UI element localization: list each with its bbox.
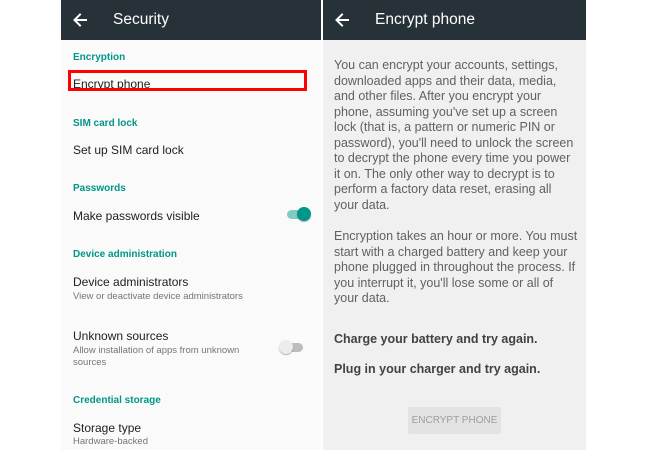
encrypt-phone-button[interactable]: ENCRYPT PHONE [408,407,501,434]
section-header-encryption: Encryption [73,52,126,63]
security-screen: Security Encryption Encrypt phone SIM ca… [61,0,321,450]
section-header-sim-card-lock: SIM card lock [73,118,138,129]
unknown-sources-toggle[interactable] [279,339,305,355]
arrow-left-icon[interactable] [333,11,351,29]
sim-card-lock-item[interactable]: Set up SIM card lock [73,143,184,157]
security-title: Security [113,11,169,28]
section-header-credential-storage: Credential storage [73,395,161,406]
device-administrators-summary: View or deactivate device administrators [73,291,243,302]
encrypt-description: You can encrypt your accounts, settings,… [334,58,574,212]
section-header-device-administration: Device administration [73,249,177,260]
plug-in-charger-notice: Plug in your charger and try again. [334,362,541,376]
section-header-passwords: Passwords [73,183,126,194]
security-toolbar: Security [61,0,321,40]
toggle-thumb [279,340,293,354]
device-administrators-item[interactable]: Device administrators [73,275,188,289]
encrypt-title: Encrypt phone [375,11,475,28]
toggle-thumb [297,207,311,221]
passwords-visible-toggle[interactable] [285,206,311,222]
make-passwords-visible-item[interactable]: Make passwords visible [73,209,200,223]
charge-battery-notice: Charge your battery and try again. [334,332,538,346]
encrypt-phone-highlight [68,70,307,91]
encrypt-phone-screen: Encrypt phone You can encrypt your accou… [323,0,586,450]
unknown-sources-summary: Allow installation of apps from unknown … [73,345,240,368]
encrypt-warning: Encryption takes an hour or more. You mu… [334,229,578,305]
storage-type-item[interactable]: Storage type [73,421,141,435]
encrypt-toolbar: Encrypt phone [323,0,586,40]
unknown-sources-item[interactable]: Unknown sources [73,329,168,343]
storage-type-summary: Hardware-backed [73,436,148,447]
arrow-left-icon[interactable] [71,11,89,29]
